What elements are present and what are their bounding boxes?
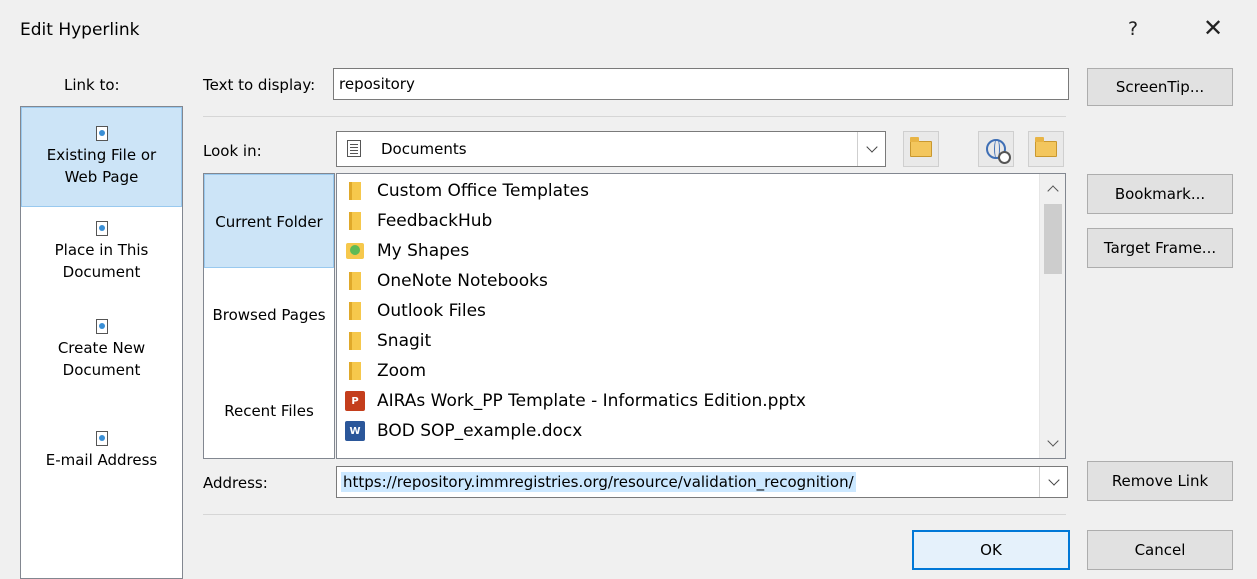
address-value: https://repository.immregistries.org/res… — [341, 472, 856, 492]
file-name: Custom Office Templates — [377, 181, 589, 201]
close-icon[interactable]: ✕ — [1203, 14, 1223, 42]
place-in-document-icon — [95, 221, 109, 237]
link-to-item-line1: Create New — [57, 339, 146, 357]
look-in-value: Documents — [381, 140, 467, 158]
link-to-item-line2: Document — [62, 361, 141, 379]
list-item[interactable]: W BOD SOP_example.docx — [345, 416, 582, 446]
link-to-place-in-document[interactable]: Place in This Document — [21, 221, 182, 301]
list-item[interactable]: My Shapes — [345, 236, 469, 266]
existing-file-icon — [95, 126, 109, 142]
look-in-dropdown[interactable]: Documents — [336, 131, 886, 167]
bookmark-button[interactable]: Bookmark... — [1087, 174, 1233, 214]
text-to-display-input[interactable]: repository — [333, 68, 1069, 100]
folder-icon — [345, 212, 365, 230]
browse-web-icon — [986, 139, 1011, 164]
file-name: Outlook Files — [377, 301, 486, 321]
scrollbar-thumb[interactable] — [1044, 204, 1062, 274]
folder-icon — [345, 332, 365, 350]
up-folder-icon — [910, 137, 932, 157]
shapes-folder-icon — [345, 243, 365, 259]
divider — [203, 514, 1066, 515]
file-name: OneNote Notebooks — [377, 271, 548, 291]
nav-current-folder[interactable]: Current Folder — [204, 174, 334, 268]
new-document-icon — [95, 319, 109, 335]
list-item[interactable]: Zoom — [345, 356, 426, 386]
list-item[interactable]: Custom Office Templates — [345, 176, 589, 206]
link-to-item-line2: Web Page — [64, 168, 139, 186]
nav-browsed-pages[interactable]: Browsed Pages — [204, 306, 334, 336]
browse-file-folder-icon — [1035, 137, 1057, 157]
folder-icon — [345, 302, 365, 320]
link-to-item-line2: Document — [62, 263, 141, 281]
folder-icon — [345, 272, 365, 290]
file-name: FeedbackHub — [377, 211, 493, 231]
link-to-item-line1: E-mail Address — [45, 451, 158, 469]
file-name: BOD SOP_example.docx — [377, 421, 583, 441]
link-to-create-new-document[interactable]: Create New Document — [21, 319, 182, 399]
file-name: Snagit — [377, 331, 432, 351]
link-to-item-line1: Existing File or — [46, 146, 157, 164]
nav-recent-files[interactable]: Recent Files — [204, 402, 334, 432]
address-input[interactable]: https://repository.immregistries.org/res… — [336, 466, 1068, 498]
address-label: Address: — [203, 474, 268, 492]
divider — [203, 116, 1066, 117]
file-name: Zoom — [377, 361, 427, 381]
file-name: My Shapes — [377, 241, 470, 261]
browse-web-button[interactable] — [978, 131, 1014, 167]
dialog-title: Edit Hyperlink — [20, 20, 140, 40]
list-item[interactable]: P AIRAs Work_PP Template - Informatics E… — [345, 386, 806, 416]
list-item[interactable]: FeedbackHub — [345, 206, 492, 236]
up-one-folder-button[interactable] — [903, 131, 939, 167]
email-address-icon — [95, 431, 109, 447]
word-file-icon: W — [345, 421, 365, 441]
scroll-up-icon[interactable] — [1040, 178, 1065, 200]
folder-icon — [345, 362, 365, 380]
list-item[interactable]: Outlook Files — [345, 296, 486, 326]
cancel-button[interactable]: Cancel — [1087, 530, 1233, 570]
chevron-down-icon[interactable] — [1039, 467, 1067, 497]
file-name: AIRAs Work_PP Template - Informatics Edi… — [377, 391, 806, 411]
screentip-button[interactable]: ScreenTip... — [1087, 68, 1233, 106]
browse-scope-panel: Current Folder Browsed Pages Recent File… — [203, 173, 335, 459]
powerpoint-file-icon: P — [345, 391, 365, 411]
help-button[interactable]: ? — [1128, 18, 1138, 40]
browse-file-button[interactable] — [1028, 131, 1064, 167]
look-in-label: Look in: — [203, 142, 262, 160]
link-to-existing-file[interactable]: Existing File or Web Page — [21, 107, 182, 207]
ok-button[interactable]: OK — [912, 530, 1070, 570]
text-to-display-label: Text to display: — [203, 76, 316, 94]
file-list: Custom Office Templates FeedbackHub My S… — [336, 173, 1066, 459]
documents-folder-icon — [347, 140, 361, 157]
chevron-down-icon[interactable] — [857, 132, 885, 166]
remove-link-button[interactable]: Remove Link — [1087, 461, 1233, 501]
target-frame-button[interactable]: Target Frame... — [1087, 228, 1233, 268]
link-to-label: Link to: — [64, 76, 120, 94]
file-list-scrollbar[interactable] — [1039, 174, 1065, 458]
folder-icon — [345, 182, 365, 200]
list-item[interactable]: Snagit — [345, 326, 431, 356]
list-item[interactable]: OneNote Notebooks — [345, 266, 548, 296]
link-to-email-address[interactable]: E-mail Address — [21, 431, 182, 491]
link-to-item-line1: Place in This — [54, 241, 149, 259]
scroll-down-icon[interactable] — [1040, 432, 1065, 454]
link-to-panel: Existing File or Web Page Place in This … — [20, 106, 183, 579]
